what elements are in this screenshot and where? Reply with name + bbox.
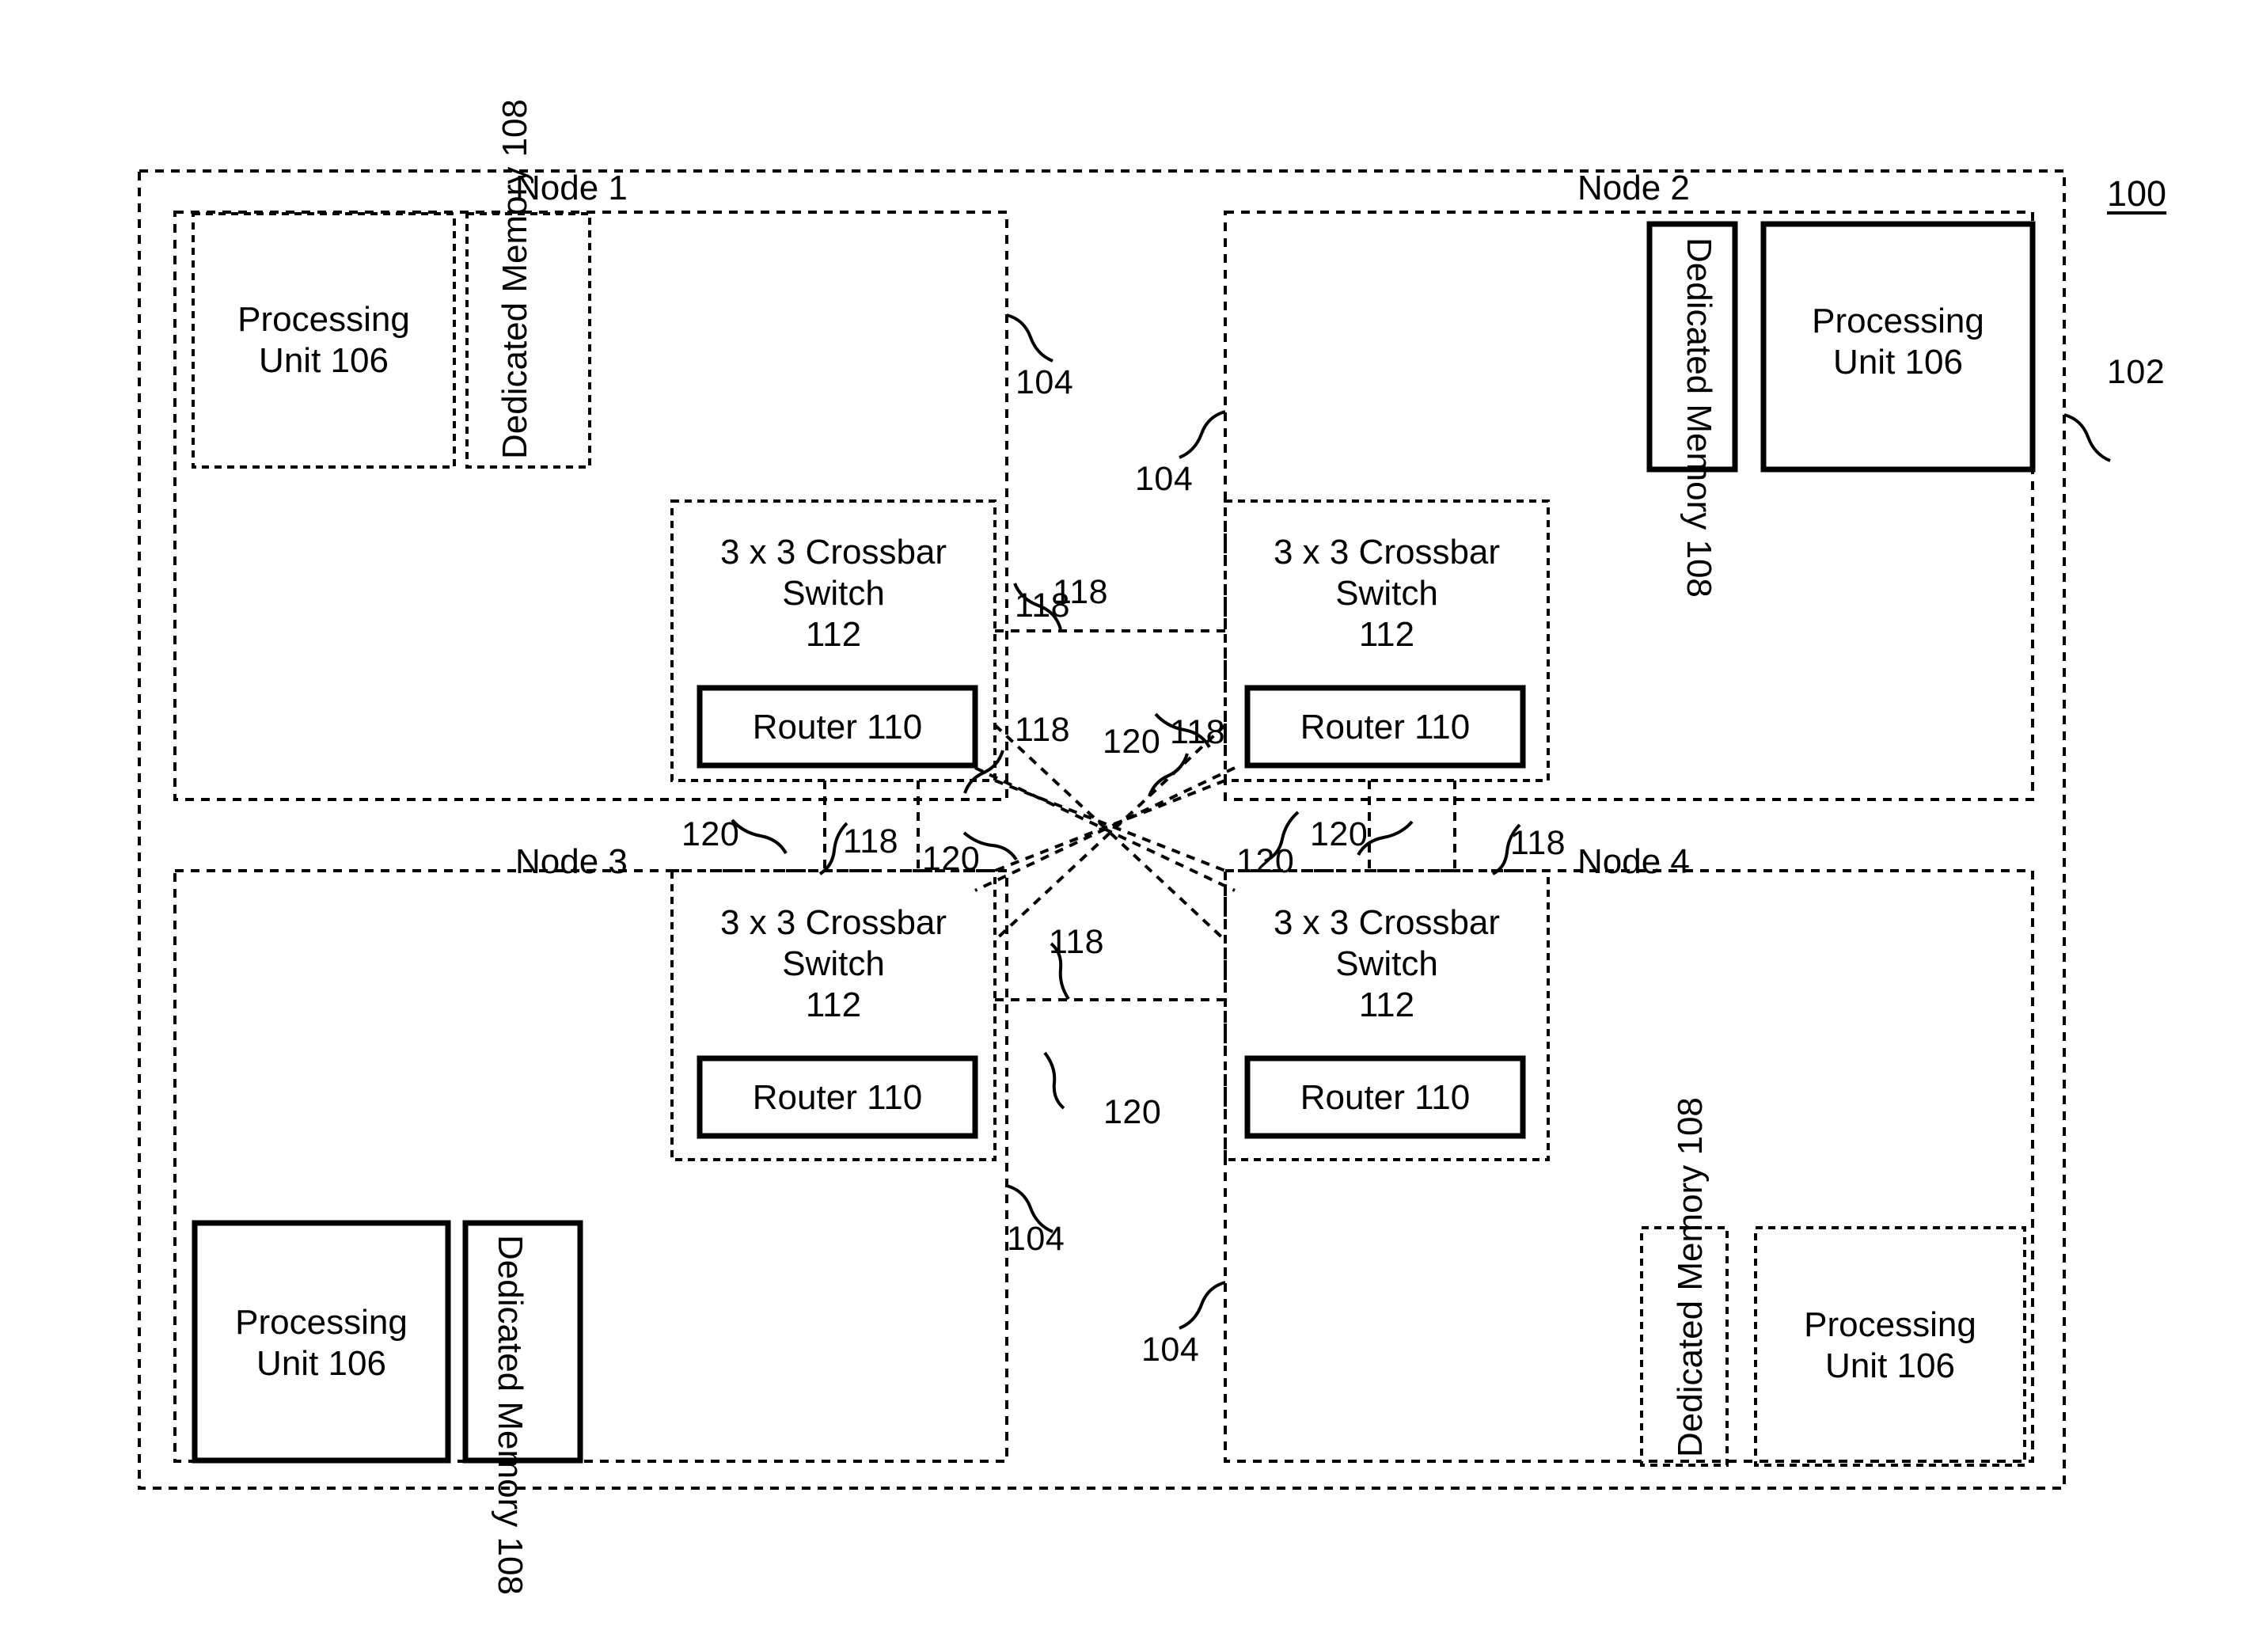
node-3-dedicated-memory-label: Dedicated Memory 108: [491, 1235, 530, 1595]
node-3-crossbar-line1: 3 x 3 Crossbar: [719, 903, 947, 942]
node-4-crossbar-line3: 112: [1358, 985, 1415, 1024]
callout-120-center-lower-right: 120: [1236, 842, 1295, 880]
callout-118-center-left: 118: [1015, 711, 1071, 749]
callout-104-bottom-left: 104: [1007, 1220, 1065, 1258]
callout-104-top-right: 104: [1135, 460, 1194, 498]
figure-reference-102: 102: [2107, 353, 2166, 391]
node-4-dedicated-memory-label: Dedicated Memory 108: [1671, 1097, 1710, 1457]
node-3-pu-line1: Processing: [235, 1303, 408, 1342]
node-4-crossbar-label: 3 x 3 Crossbar Switch 112: [1225, 902, 1548, 1026]
node-2-crossbar-line2: Switch: [1335, 573, 1438, 613]
node-4-router-label: Router 110: [1300, 1078, 1471, 1117]
node-1-pu-line2: Unit 106: [259, 340, 389, 380]
leader-104-top-left: [1006, 313, 1053, 363]
node-3-crossbar-label: 3 x 3 Crossbar Switch 112: [672, 902, 995, 1026]
node-1-crossbar-line2: Switch: [782, 573, 885, 613]
node-1-pu-line1: Processing: [237, 300, 410, 339]
node-2-router-label: Router 110: [1300, 708, 1471, 746]
node-2-processing-unit-label: Processing Unit 106: [1763, 301, 2033, 383]
callout-104-bottom-right: 104: [1141, 1331, 1200, 1369]
callout-120-mid-bottom: 120: [1103, 1093, 1162, 1131]
callout-118-mid-lower: 118: [1049, 923, 1105, 961]
patent-figure-page: 100 102 Node 1 Node 2 Node 3 Node 4 Proc…: [0, 0, 2255, 1652]
node-3-router-label: Router 110: [752, 1078, 923, 1117]
callout-118-n1-link: 118: [1015, 587, 1071, 625]
node-3-processing-unit-label: Processing Unit 106: [195, 1302, 448, 1384]
node-1-processing-unit-label: Processing Unit 106: [193, 299, 454, 382]
leader-104-bottom-right: [1179, 1281, 1226, 1330]
node-4-pu-line1: Processing: [1804, 1305, 1976, 1344]
node-2-label: Node 2: [1577, 169, 1690, 207]
node-2-crossbar-line3: 112: [1358, 614, 1415, 654]
callout-118-n3-top: 118: [843, 822, 899, 860]
node-1-crossbar-label: 3 x 3 Crossbar Switch 112: [672, 532, 995, 655]
node-1-crossbar-line3: 112: [805, 614, 862, 654]
node-3-pu-line2: Unit 106: [256, 1343, 386, 1383]
callout-120-n4-left: 120: [1310, 815, 1369, 853]
node-4-pu-line2: Unit 106: [1825, 1346, 1955, 1385]
node-3-label: Node 3: [515, 842, 628, 881]
node-3-crossbar-line3: 112: [805, 985, 862, 1024]
leader-118-left-lower: [963, 750, 1004, 794]
node-1-crossbar-line1: 3 x 3 Crossbar: [719, 533, 947, 572]
callout-118-n4-top: 118: [1510, 824, 1566, 862]
callout-120-center-lower-left: 120: [922, 840, 981, 878]
node-2-dedicated-memory-label: Dedicated Memory 108: [1680, 237, 1718, 598]
node-4-crossbar-line2: Switch: [1335, 944, 1438, 983]
node-4-crossbar-line1: 3 x 3 Crossbar: [1273, 903, 1501, 942]
leader-120-mid-bottom: [1043, 1051, 1065, 1110]
node-1-dedicated-memory-label: Dedicated Memory 108: [495, 99, 534, 459]
node-2-crossbar-label: 3 x 3 Crossbar Switch 112: [1225, 532, 1548, 655]
node-4-processing-unit-label: Processing Unit 106: [1756, 1305, 2025, 1387]
figure-linework: [138, 169, 2111, 1490]
callout-104-top-left: 104: [1016, 363, 1074, 401]
callout-118-center-right: 118: [1170, 713, 1226, 751]
leader-104-top-right: [1179, 410, 1226, 459]
node-1-router-label: Router 110: [752, 708, 923, 746]
leader-102: [2063, 413, 2111, 462]
node-4-label: Node 4: [1577, 842, 1690, 881]
node-2-crossbar-line1: 3 x 3 Crossbar: [1273, 533, 1501, 572]
node-2-pu-line2: Unit 106: [1833, 342, 1963, 382]
leader-120-n1-below: [731, 818, 788, 855]
node-2-pu-line1: Processing: [1812, 302, 1984, 340]
node-3-crossbar-line2: Switch: [782, 944, 885, 983]
callout-120-n1-below: 120: [681, 815, 740, 853]
callout-120-center-top: 120: [1103, 723, 1161, 761]
figure-reference-100: 100: [2107, 173, 2167, 214]
